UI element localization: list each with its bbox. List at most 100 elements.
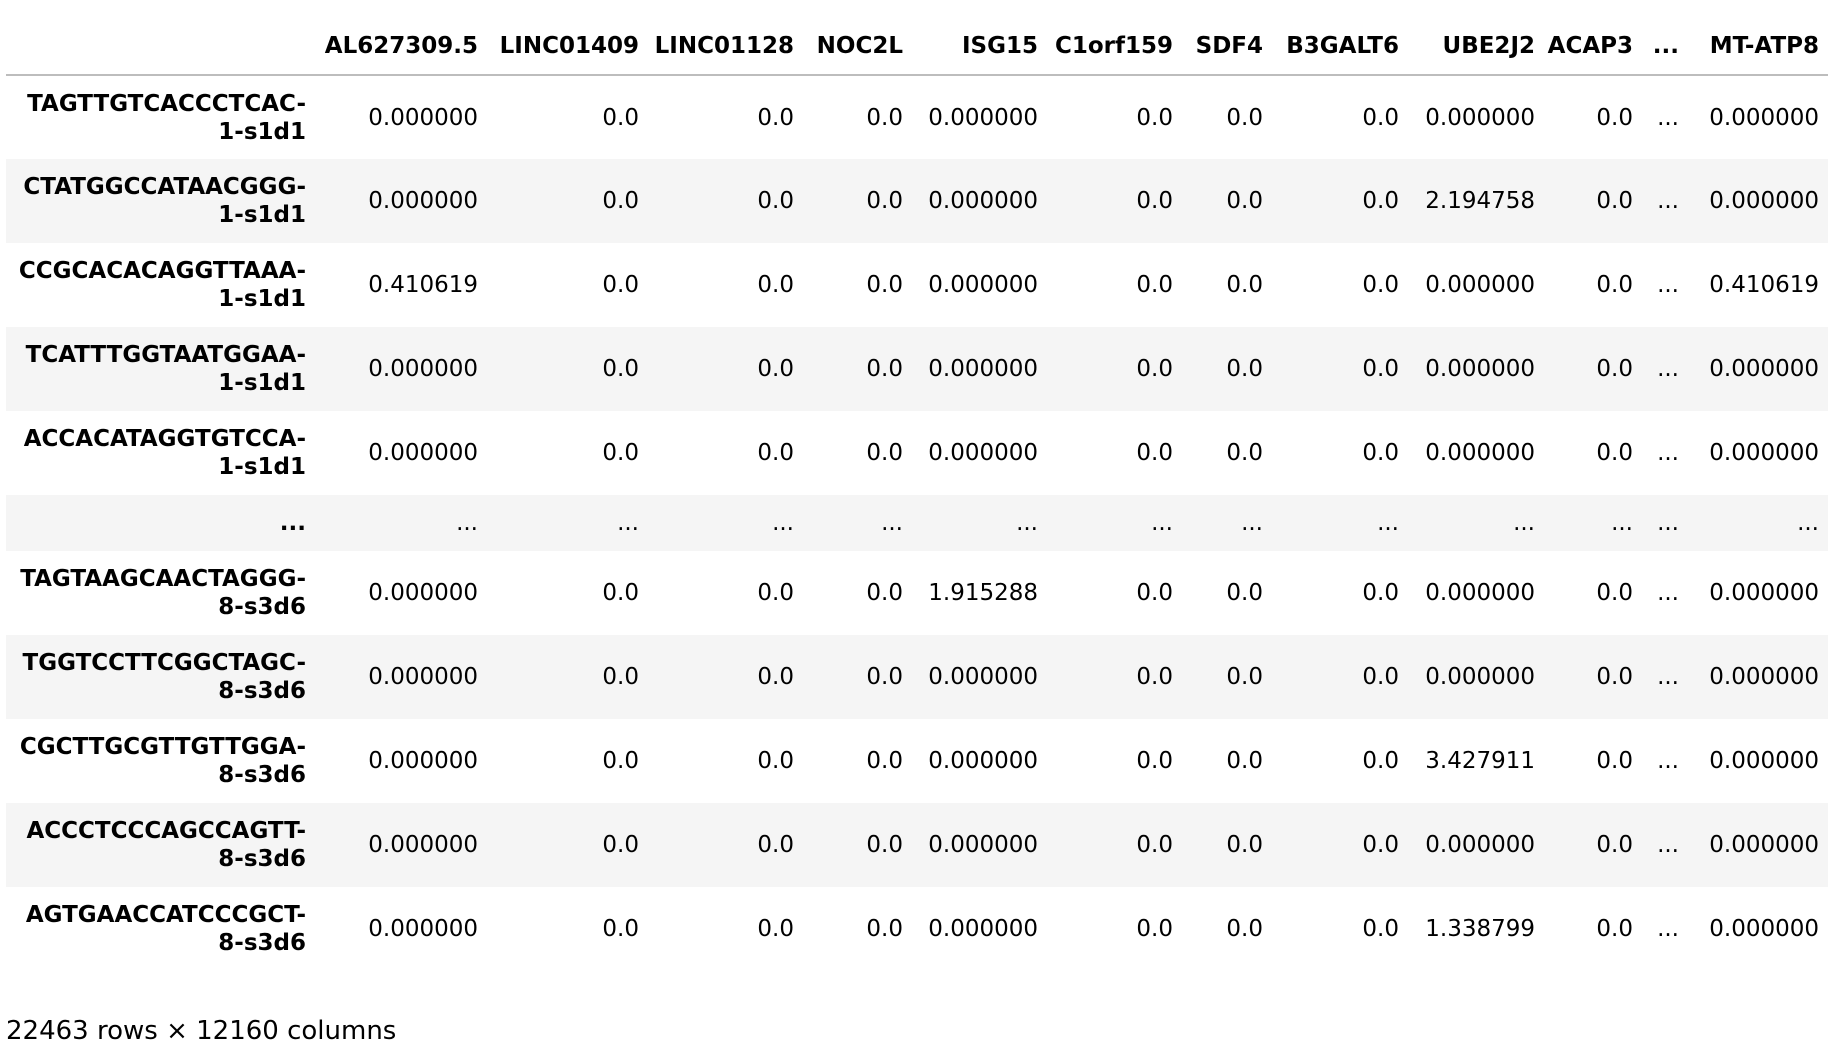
table-cell: 0.0 bbox=[757, 188, 794, 214]
table-cell: 0.0 bbox=[866, 916, 903, 942]
table-cell: 0.000000 bbox=[368, 104, 478, 131]
table-cell: 1.915288 bbox=[928, 580, 1038, 606]
row-index-label: AGTGAACCATCCCGCT-8-s3d6 bbox=[25, 902, 306, 956]
table-cell: 0.0 bbox=[1226, 104, 1263, 131]
table-cell: 0.0 bbox=[1362, 272, 1399, 298]
table-cell: 0.0 bbox=[1226, 272, 1263, 298]
table-cell: ... bbox=[1241, 510, 1263, 536]
table-cell: 0.000000 bbox=[928, 104, 1038, 131]
table-row: ACCACATAGGTGTCCA-1-s1d1 0.000000 0.0 0.0 0.0… bbox=[6, 411, 1828, 495]
table-cell: 0.0 bbox=[1362, 580, 1399, 606]
column-header: NOC2L bbox=[803, 18, 912, 76]
table-cell: 0.410619 bbox=[368, 272, 478, 298]
table-cell: 0.0 bbox=[602, 188, 639, 214]
table-cell: ... bbox=[1657, 832, 1679, 858]
table-row: CGCTTGCGTTGTTGGA-8-s3d6 0.000000 0.0 0.0 0.0… bbox=[6, 719, 1828, 803]
row-index-label: ACCACATAGGTGTCCA-1-s1d1 bbox=[23, 426, 306, 480]
table-cell: ... bbox=[1657, 440, 1679, 466]
table-cell: 0.0 bbox=[1136, 104, 1173, 131]
table-row: AGTGAACCATCCCGCT-8-s3d6 0.000000 0.0 0.0 0.0… bbox=[6, 887, 1828, 971]
table-cell: ... bbox=[772, 510, 794, 536]
table-cell: ... bbox=[1657, 748, 1679, 774]
table-cell: 0.0 bbox=[1596, 356, 1633, 382]
table-cell: 0.000000 bbox=[928, 664, 1038, 690]
column-header: SDF4 bbox=[1182, 18, 1272, 76]
table-cell: 0.0 bbox=[1362, 356, 1399, 382]
dataframe-output: AL627309.5 LINC01409 LINC01128 NOC2L ISG15 C1… bbox=[6, 18, 1828, 971]
table-cell: 0.0 bbox=[1136, 188, 1173, 214]
column-header: C1orf159 bbox=[1047, 18, 1182, 76]
table-cell: ... bbox=[1377, 510, 1399, 536]
table-cell: 0.0 bbox=[757, 272, 794, 298]
table-cell: 0.000000 bbox=[928, 356, 1038, 382]
table-cell: ... bbox=[881, 510, 903, 536]
table-cell: 0.0 bbox=[757, 664, 794, 690]
table-cell: ... bbox=[617, 510, 639, 536]
table-cell: 0.0 bbox=[1136, 916, 1173, 942]
table-cell: 0.0 bbox=[1596, 580, 1633, 606]
table-cell: 0.0 bbox=[1136, 580, 1173, 606]
table-cell: 0.0 bbox=[602, 916, 639, 942]
table-row: TGGTCCTTCGGCTAGC-8-s3d6 0.000000 0.0 0.0 0.0… bbox=[6, 635, 1828, 719]
table-cell: 0.000000 bbox=[1709, 664, 1819, 690]
table-cell: 0.0 bbox=[1136, 440, 1173, 466]
table-cell: 0.000000 bbox=[368, 664, 478, 690]
column-header-ellipsis: ... bbox=[1642, 18, 1688, 76]
table-cell: ... bbox=[1657, 510, 1679, 536]
table-cell: 0.0 bbox=[602, 580, 639, 606]
table-cell: 0.0 bbox=[866, 188, 903, 214]
table-cell: 0.0 bbox=[1136, 832, 1173, 858]
column-header: LINC01128 bbox=[648, 18, 803, 76]
table-cell: 0.0 bbox=[602, 664, 639, 690]
table-cell: 0.0 bbox=[757, 748, 794, 774]
table-cell: ... bbox=[456, 510, 478, 536]
table-cell: 0.0 bbox=[1596, 188, 1633, 214]
column-header: MT-ATP8 bbox=[1688, 18, 1828, 76]
index-header bbox=[6, 18, 315, 76]
table-cell: 0.000000 bbox=[1425, 580, 1535, 606]
table-cell: 1.338799 bbox=[1425, 916, 1535, 942]
table-cell: 0.0 bbox=[1226, 440, 1263, 466]
table-cell: 0.0 bbox=[866, 356, 903, 382]
table-cell: 0.0 bbox=[757, 104, 794, 131]
table-cell: 0.0 bbox=[602, 440, 639, 466]
row-index-label: TAGTAAGCAACTAGGG-8-s3d6 bbox=[20, 566, 306, 620]
table-row: CTATGGCCATAACGGG-1-s1d1 0.000000 0.0 0.0 0.0… bbox=[6, 159, 1828, 243]
row-index-label: CTATGGCCATAACGGG-1-s1d1 bbox=[23, 174, 306, 228]
table-cell: ... bbox=[1797, 510, 1819, 536]
table-cell: 0.0 bbox=[1596, 664, 1633, 690]
table-cell: 0.0 bbox=[1136, 748, 1173, 774]
table-cell: 0.0 bbox=[866, 832, 903, 858]
dataframe-shape-label: 22463 rows × 12160 columns bbox=[6, 1016, 397, 1046]
table-row: ACCCTCCCAGCCAGTT-8-s3d6 0.000000 0.0 0.0 0.0… bbox=[6, 803, 1828, 887]
table-cell: ... bbox=[1657, 580, 1679, 606]
table-cell: 0.0 bbox=[1596, 104, 1633, 131]
table-cell: 0.000000 bbox=[928, 440, 1038, 466]
table-cell: 2.194758 bbox=[1425, 188, 1535, 214]
table-cell: 0.000000 bbox=[368, 916, 478, 942]
column-header: ACAP3 bbox=[1544, 18, 1642, 76]
header-row: AL627309.5 LINC01409 LINC01128 NOC2L ISG15 C1… bbox=[6, 18, 1828, 76]
column-header: UBE2J2 bbox=[1408, 18, 1544, 76]
table-cell: 0.000000 bbox=[1425, 664, 1535, 690]
table-cell: 0.0 bbox=[1136, 356, 1173, 382]
table-cell: 0.000000 bbox=[1425, 272, 1535, 298]
table-cell: 0.000000 bbox=[1709, 188, 1819, 214]
table-cell: 0.000000 bbox=[928, 916, 1038, 942]
table-row: TAGTTGTCACCCTCAC-1-s1d1 0.000000 0.0 0.0 0.0… bbox=[6, 75, 1828, 159]
table-cell: 0.0 bbox=[1136, 664, 1173, 690]
table-cell: 0.0 bbox=[602, 748, 639, 774]
table-cell: ... bbox=[1016, 510, 1038, 536]
table-body: TAGTTGTCACCCTCAC-1-s1d1 0.000000 0.0 0.0 0.0… bbox=[6, 75, 1828, 971]
column-header: AL627309.5 bbox=[315, 18, 487, 76]
table-cell: 0.0 bbox=[1136, 272, 1173, 298]
table-cell: 0.0 bbox=[1362, 188, 1399, 214]
table-cell: 0.0 bbox=[1362, 440, 1399, 466]
table-cell: 0.0 bbox=[1226, 664, 1263, 690]
table-cell: 0.000000 bbox=[928, 272, 1038, 298]
table-row: TCATTTGGTAATGGAA-1-s1d1 0.000000 0.0 0.0 0.0… bbox=[6, 327, 1828, 411]
table-cell: 0.0 bbox=[1596, 272, 1633, 298]
table-cell: ... bbox=[1611, 510, 1633, 536]
table-header: AL627309.5 LINC01409 LINC01128 NOC2L ISG15 C1… bbox=[6, 18, 1828, 76]
table-cell: 0.0 bbox=[1226, 356, 1263, 382]
